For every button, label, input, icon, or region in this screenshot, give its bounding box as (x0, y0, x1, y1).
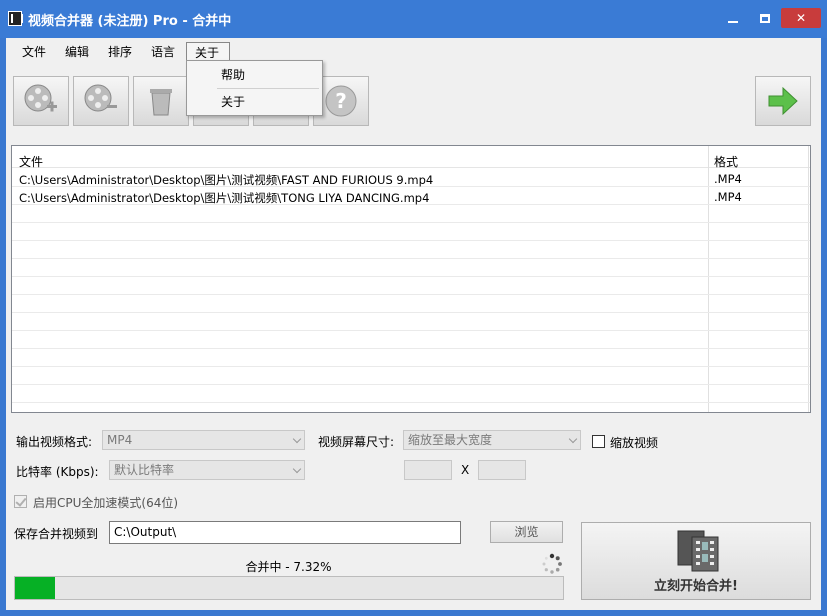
output-format-value: MP4 (107, 433, 133, 447)
chevron-down-icon (292, 434, 302, 444)
table-row (12, 223, 810, 241)
close-button[interactable]: ✕ (781, 8, 821, 28)
minimize-icon (728, 20, 738, 23)
bitrate-select[interactable]: 默认比特率 (109, 460, 305, 480)
window-title: 视频合并器 (未注册) Pro - 合并中 (28, 14, 232, 29)
screen-size-value: 缩放至最大宽度 (408, 433, 493, 447)
clear-list-button[interactable] (133, 76, 189, 126)
bitrate-value: 默认比特率 (114, 463, 175, 477)
close-icon: ✕ (795, 11, 807, 25)
loading-spinner-icon (542, 553, 562, 574)
table-row (12, 205, 810, 223)
column-header-format[interactable]: 格式 (714, 153, 738, 170)
bitrate-label: 比特率 (Kbps): (16, 465, 99, 479)
next-step-button[interactable] (755, 76, 811, 126)
table-row (12, 313, 810, 331)
table-row (12, 295, 810, 313)
file-path-cell: C:\Users\Administrator\Desktop\图片\测试视频\T… (19, 191, 430, 205)
arrow-right-icon (768, 86, 798, 116)
menu-language[interactable]: 语言 (143, 42, 183, 62)
format-cell: .MP4 (714, 190, 742, 204)
menu-bar: 文件 编辑 排序 语言 关于 (6, 40, 821, 62)
menu-about[interactable]: 关于 (186, 42, 230, 62)
file-list-table[interactable]: 文件 格式 C:\Users\Administrator\Desktop\图片\… (11, 145, 811, 413)
film-reel-add-icon (24, 84, 57, 112)
scale-video-label: 缩放视频 (610, 436, 659, 450)
output-format-label: 输出视频格式: (16, 435, 93, 449)
file-path-cell: C:\Users\Administrator\Desktop\图片\测试视频\F… (19, 173, 434, 187)
scale-video-checkbox[interactable] (592, 435, 605, 448)
maximize-button[interactable] (752, 8, 778, 28)
start-merge-label: 立刻开始合并! (654, 579, 738, 594)
height-input[interactable] (478, 460, 526, 480)
menu-edit[interactable]: 编辑 (57, 42, 97, 62)
chevron-down-icon (568, 434, 578, 444)
about-dropdown-menu: 帮助 关于 (186, 60, 323, 116)
dropdown-item-help[interactable]: 帮助 (187, 63, 322, 87)
save-to-label: 保存合并视频到 (14, 527, 99, 541)
table-row (12, 331, 810, 349)
table-row (12, 385, 810, 403)
film-strip-icon (677, 530, 719, 572)
screen-size-select[interactable]: 缩放至最大宽度 (403, 430, 581, 450)
column-header-file[interactable]: 文件 (19, 153, 43, 170)
progress-status-text: 合并中 - 7.32% (245, 560, 332, 574)
format-cell: .MP4 (714, 172, 742, 186)
screen-size-label: 视频屏幕尺寸: (318, 435, 395, 449)
table-row[interactable]: C:\Users\Administrator\Desktop\图片\测试视频\F… (12, 169, 810, 187)
remove-video-button[interactable] (73, 76, 129, 126)
question-mark-icon: ? (325, 85, 357, 117)
dropdown-separator (217, 88, 319, 89)
start-merge-button[interactable]: 立刻开始合并! (581, 522, 811, 600)
cpu-accel-checkbox[interactable] (14, 495, 27, 508)
width-input[interactable] (404, 460, 452, 480)
browse-button[interactable]: 浏览 (490, 521, 563, 543)
table-header: 文件 格式 (12, 146, 810, 170)
progress-bar-fill (15, 577, 56, 599)
dimension-separator: X (461, 463, 470, 477)
client-area: 文件 编辑 排序 语言 关于 帮助 关于 ? 文件 格式 C:\Users\Ad… (6, 38, 821, 610)
film-reel-remove-icon (84, 84, 117, 112)
title-bar[interactable]: 视频合并器 (未注册) Pro - 合并中 ✕ (0, 0, 827, 38)
table-row (12, 367, 810, 385)
merge-progress-bar (14, 576, 564, 600)
add-video-button[interactable] (13, 76, 69, 126)
table-row (12, 259, 810, 277)
svg-text:?: ? (335, 89, 347, 113)
trash-can-icon (150, 89, 172, 116)
table-row (12, 277, 810, 295)
output-format-select[interactable]: MP4 (102, 430, 305, 450)
chevron-down-icon (292, 464, 302, 474)
minimize-button[interactable] (720, 8, 746, 28)
output-path-input[interactable]: C:\Output\ (109, 521, 461, 544)
app-window: 视频合并器 (未注册) Pro - 合并中 ✕ 文件 编辑 排序 语言 关于 帮… (0, 0, 827, 616)
film-app-icon (8, 11, 23, 26)
table-row (12, 349, 810, 367)
table-row[interactable]: C:\Users\Administrator\Desktop\图片\测试视频\T… (12, 187, 810, 205)
menu-sort[interactable]: 排序 (100, 42, 140, 62)
maximize-icon (760, 14, 770, 23)
table-row (12, 241, 810, 259)
cpu-accel-label: 启用CPU全加速模式(64位) (33, 496, 179, 510)
dropdown-item-about[interactable]: 关于 (187, 90, 322, 114)
menu-file[interactable]: 文件 (14, 42, 54, 62)
